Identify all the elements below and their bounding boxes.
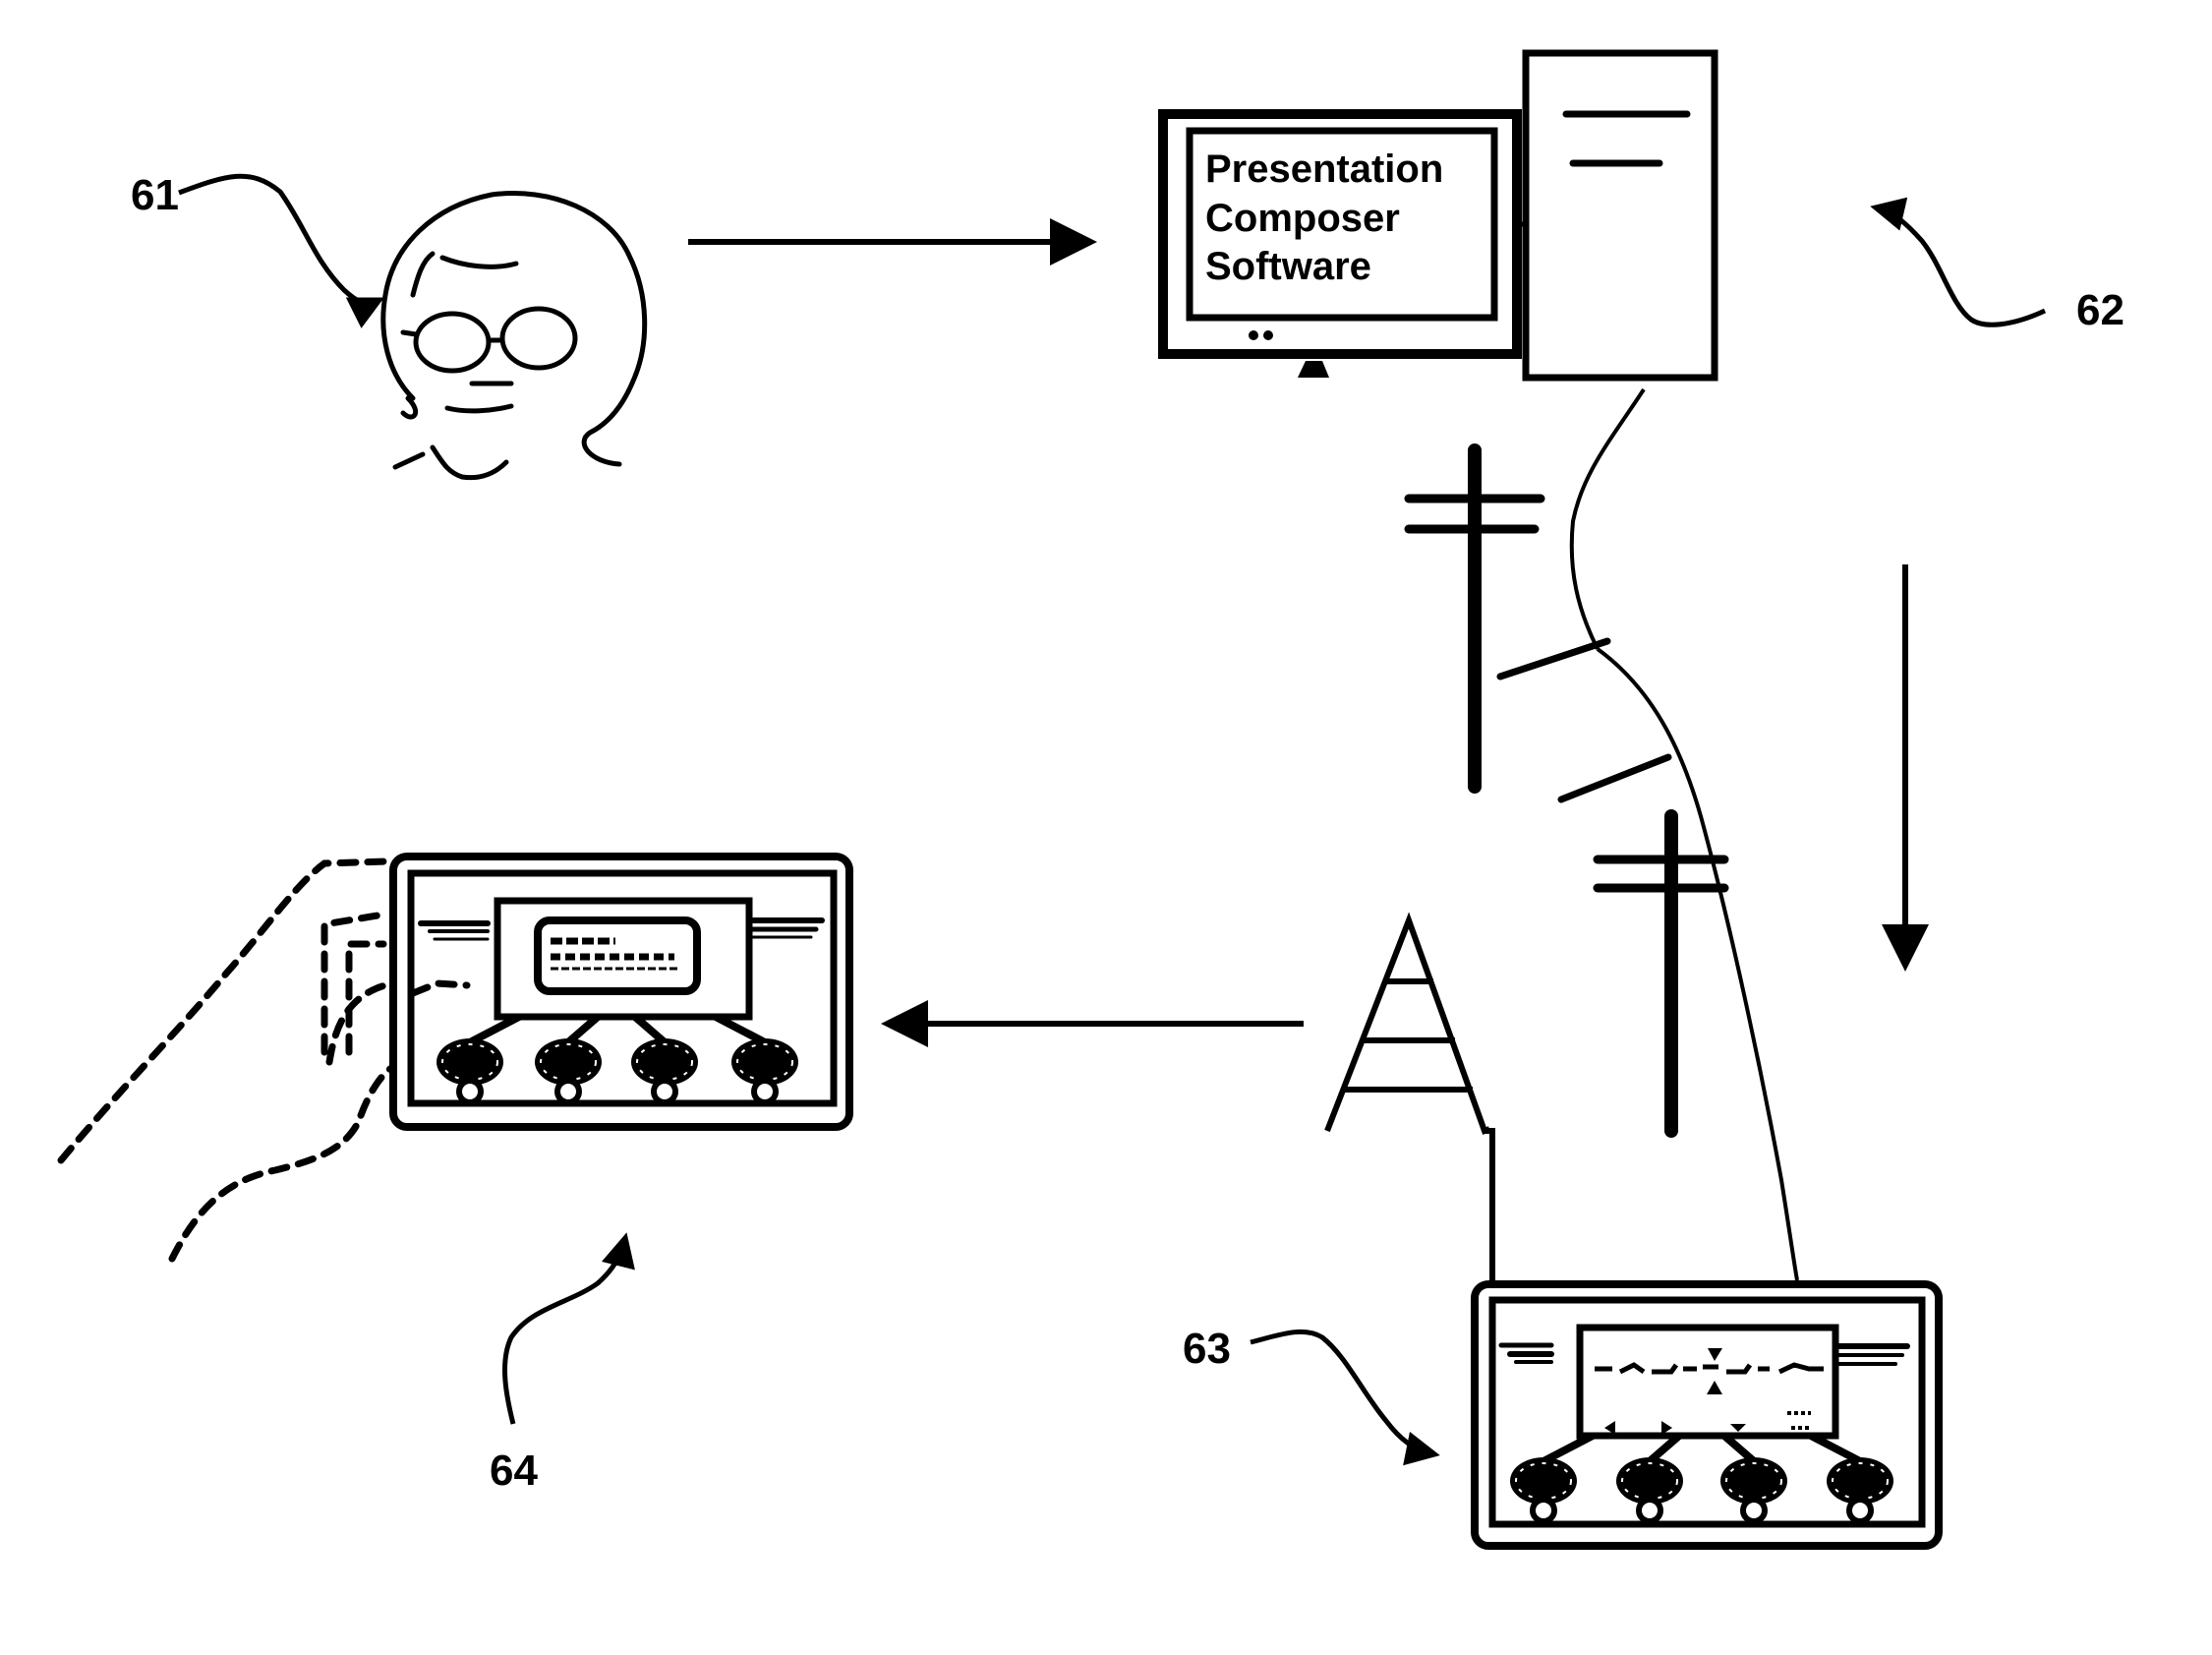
ref-label-62: 62 xyxy=(2076,286,2125,334)
ref-62: 62 xyxy=(1870,197,2125,334)
utility-pole-icon xyxy=(1404,443,1545,794)
desktop-computer-icon: Presentation Composer Software xyxy=(1158,49,1718,382)
cable-line xyxy=(1569,387,1799,1281)
leader-arrow-62 xyxy=(1870,197,2047,327)
monitor-stand xyxy=(1298,361,1329,378)
ref-label-61: 61 xyxy=(131,171,179,219)
leader-arrow-61 xyxy=(178,173,384,328)
ref-64: 64 xyxy=(490,1232,635,1495)
ref-label-64: 64 xyxy=(490,1447,538,1495)
monitor-led-icon xyxy=(1263,330,1273,340)
screen-line-3: Software xyxy=(1205,245,1371,288)
utility-pole-icon xyxy=(1593,809,1729,1138)
device-screen-waveform xyxy=(1576,1324,1839,1440)
screen-line-2: Composer xyxy=(1205,197,1400,240)
handheld-device-icon-63 xyxy=(1471,1280,1943,1550)
ref-label-63: 63 xyxy=(1183,1325,1231,1373)
monitor-led-icon xyxy=(1249,330,1258,340)
cable-insulator xyxy=(1496,637,1611,680)
leader-arrow-64 xyxy=(502,1232,635,1425)
person-with-glasses-icon xyxy=(380,191,648,481)
handheld-device-icon-64 xyxy=(389,853,853,1131)
screen-line-1: Presentation xyxy=(1205,148,1443,191)
computer-tower xyxy=(1522,49,1718,382)
leader-arrow-63 xyxy=(1250,1329,1440,1466)
system-diagram: 61 Presentation Composer Software 62 63 … xyxy=(57,49,2125,1550)
ref-63: 63 xyxy=(1183,1325,1440,1466)
cable-insulator xyxy=(1557,753,1672,803)
author-figure: 61 xyxy=(131,171,648,481)
radio-tower-icon xyxy=(1324,912,1495,1283)
